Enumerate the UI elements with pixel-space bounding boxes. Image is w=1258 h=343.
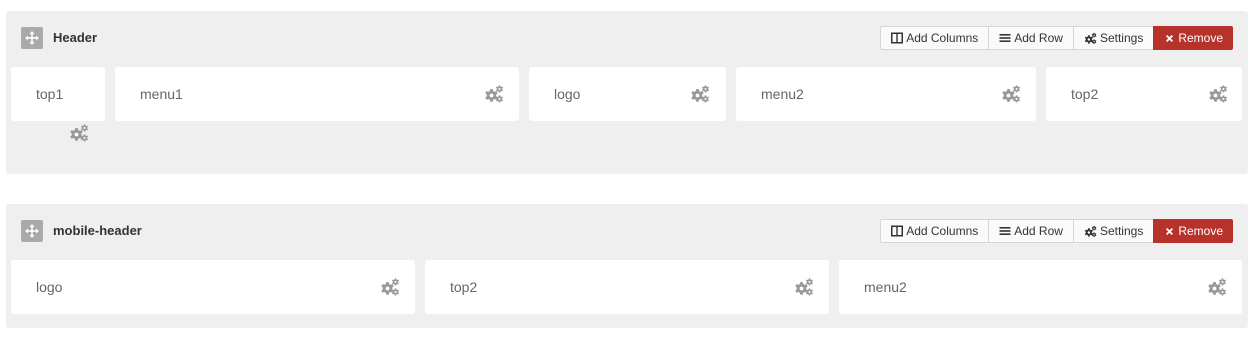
add-row-button[interactable]: Add Row (988, 26, 1073, 50)
column-logo[interactable]: logo (529, 67, 726, 121)
times-icon (1164, 226, 1175, 237)
columns-icon (891, 225, 903, 237)
gears-icon[interactable] (690, 84, 710, 104)
add-columns-label: Add Columns (906, 224, 979, 238)
move-arrows-icon[interactable] (21, 220, 43, 242)
gears-icon[interactable] (794, 277, 814, 297)
gears-icon[interactable] (380, 277, 400, 297)
gears-icon[interactable] (484, 84, 504, 104)
settings-label: Settings (1099, 31, 1144, 45)
settings-label: Settings (1099, 224, 1144, 238)
add-columns-button[interactable]: Add Columns (880, 219, 989, 243)
row-actions: Add Columns Add Row Settings Remove (880, 219, 1233, 243)
add-columns-label: Add Columns (906, 31, 979, 45)
add-columns-button[interactable]: Add Columns (880, 26, 989, 50)
layout-row-header: Header Add Columns Add Row Settings Remo… (6, 11, 1248, 174)
columns-icon (891, 32, 903, 44)
add-row-label: Add Row (1014, 31, 1063, 45)
column-label: menu2 (761, 86, 804, 102)
layout-row-mobile-header: mobile-header Add Columns Add Row Settin… (6, 204, 1248, 328)
remove-button[interactable]: Remove (1153, 26, 1233, 50)
remove-label: Remove (1178, 31, 1223, 45)
column-label: top2 (450, 279, 478, 295)
row-title: mobile-header (53, 223, 142, 238)
column-label: top2 (1071, 86, 1099, 102)
column-label: logo (554, 86, 581, 102)
gears-icon[interactable] (1208, 84, 1228, 104)
column-label: top1 (36, 86, 64, 102)
bars-icon (999, 225, 1011, 237)
row-title: Header (53, 30, 98, 45)
gears-icon[interactable] (1207, 277, 1227, 297)
move-arrows-icon[interactable] (21, 27, 43, 49)
bars-icon (999, 32, 1011, 44)
column-top2[interactable]: top2 (1046, 67, 1242, 121)
column-menu2[interactable]: menu2 (736, 67, 1036, 121)
column-label: menu1 (140, 86, 183, 102)
column-label: logo (36, 279, 63, 295)
row-actions: Add Columns Add Row Settings Remove (880, 26, 1233, 50)
times-icon (1164, 33, 1175, 44)
settings-button[interactable]: Settings (1072, 26, 1154, 50)
add-row-label: Add Row (1014, 224, 1063, 238)
remove-button[interactable]: Remove (1153, 219, 1233, 243)
column-logo[interactable]: logo (11, 260, 415, 314)
settings-button[interactable]: Settings (1072, 219, 1154, 243)
column-label: menu2 (864, 279, 907, 295)
gears-icon[interactable] (69, 123, 89, 143)
add-row-button[interactable]: Add Row (988, 219, 1073, 243)
column-top1[interactable]: top1 (11, 67, 105, 121)
remove-label: Remove (1178, 224, 1223, 238)
column-top2[interactable]: top2 (425, 260, 829, 314)
column-menu2[interactable]: menu2 (839, 260, 1242, 314)
gears-icon (1084, 225, 1097, 238)
gears-icon (1084, 32, 1097, 45)
column-menu1[interactable]: menu1 (115, 67, 519, 121)
gears-icon[interactable] (1001, 84, 1021, 104)
